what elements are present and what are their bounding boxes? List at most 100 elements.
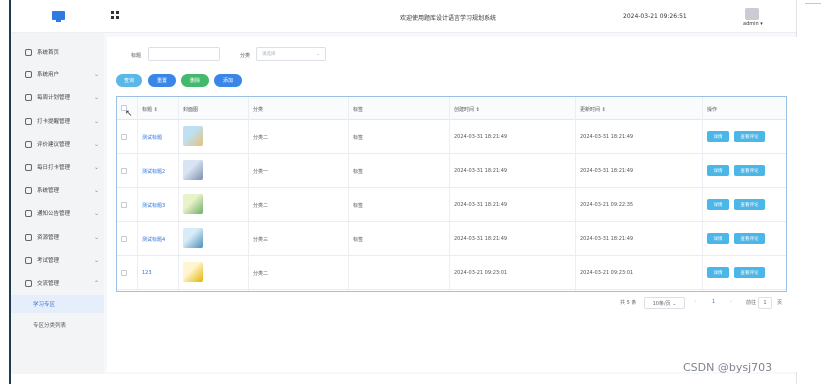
calendar-icon [25, 117, 32, 125]
sidebar-item-label: 考试管理 [37, 258, 60, 264]
submenu-study-zone[interactable]: 学习专区 [11, 295, 104, 313]
view-comments-button[interactable]: 查看评论 [734, 131, 765, 142]
sidebar-item[interactable]: 每周计划管理 ⌄ [25, 91, 99, 103]
sidebar-item[interactable]: 资源管理 ⌄ [25, 231, 99, 243]
chevron-icon: ⌄ [93, 117, 99, 125]
cover-image [183, 194, 203, 214]
goto-page-input[interactable]: 1 [758, 297, 772, 309]
avatar[interactable] [745, 8, 759, 20]
sidebar-item[interactable]: 系统管理 ⌄ [25, 184, 99, 196]
table-row: 测试标题2 分类一 标签 2024-03-31 18:21:49 2024-03-31 … [117, 154, 786, 188]
user-menu[interactable]: admin ▾ [743, 21, 763, 27]
row-created: 2024-03-31 18:21:49 [454, 202, 508, 208]
site-title: 欢迎使用题库设计语言学习规划系统 [400, 15, 497, 22]
sidebar-item-label: 通知公告管理 [37, 211, 71, 217]
cover-image [183, 262, 203, 282]
detail-button[interactable]: 详情 [707, 233, 729, 244]
sidebar-item[interactable]: 每日打卡管理 ⌄ [25, 161, 99, 173]
view-comments-button[interactable]: 查看评论 [734, 267, 765, 278]
cover-image [183, 228, 203, 248]
row-category: 分类二 [253, 203, 269, 209]
row-category: 分类一 [253, 169, 269, 175]
submenu-zone-categories[interactable]: 专区分类列表 [11, 316, 104, 334]
query-button[interactable]: 查询 [116, 74, 142, 87]
submenu-label: 专区分类列表 [33, 323, 67, 329]
table-row: 测试标题 分类二 标签 2024-03-31 18:21:49 2024-03-31 1… [117, 120, 786, 154]
goto-label: 前往 [746, 300, 757, 306]
sidebar-item[interactable]: 考试管理 ⌄ [25, 254, 99, 266]
page-size-select[interactable]: 10条/页 ⌄ [644, 297, 685, 309]
sidebar-item[interactable]: 通知公告管理 ⌄ [25, 207, 99, 219]
header-tag: 标签 [353, 107, 364, 113]
sidebar-item[interactable]: 系统首页 [25, 46, 99, 58]
page-suffix: 页 [777, 300, 783, 306]
row-title-link[interactable]: 123 [142, 270, 152, 276]
chevron-down-icon: ⌄ [316, 51, 320, 57]
row-tag: 标签 [353, 135, 364, 141]
row-checkbox[interactable] [121, 168, 127, 174]
header-category: 分类 [253, 107, 264, 113]
table-row: 123 分类二 2024-03-21 09:23:01 2024-03-21 09:2… [117, 256, 786, 290]
calendar-icon [25, 93, 32, 101]
title-filter-input[interactable] [148, 47, 220, 61]
submenu-label: 学习专区 [33, 302, 56, 308]
sidebar-item-label: 打卡提醒管理 [37, 119, 71, 125]
sidebar-item-label: 系统管理 [37, 188, 60, 194]
table-header-row: 标题 ⇕ 封面图 分类 标签 创建时间 ⇕ 更新时间 ⇕ 操作 [117, 97, 786, 120]
chevron-icon: ⌄ [93, 93, 99, 101]
row-updated: 2024-03-31 18:21:49 [580, 236, 634, 242]
category-select[interactable]: 请选择 ⌄ [256, 47, 326, 61]
delete-button[interactable]: 删除 [181, 74, 209, 87]
row-created: 2024-03-31 18:21:49 [454, 168, 508, 174]
current-datetime: 2024-03-21 09:26:51 [623, 13, 687, 20]
row-title-link[interactable]: 测试标题4 [142, 236, 165, 243]
sidebar-item[interactable]: 系统用户 ⌄ [25, 68, 99, 80]
monitor-logo-icon [52, 11, 65, 22]
header-title[interactable]: 标题 ⇕ [142, 106, 158, 113]
chevron-icon: ⌃ [93, 279, 99, 287]
header-cover: 封面图 [183, 107, 199, 113]
row-title-link[interactable]: 测试标题 [142, 134, 162, 141]
chevron-icon: ⌄ [93, 70, 99, 78]
box-icon [25, 233, 32, 241]
header-created[interactable]: 创建时间 ⇕ [454, 106, 480, 113]
header-updated[interactable]: 更新时间 ⇕ [580, 106, 606, 113]
table-row: 测试标题3 分类二 标签 2024-03-31 18:21:49 2024-03-21 … [117, 188, 786, 222]
category-placeholder: 请选择 [262, 52, 276, 57]
clock-icon [25, 48, 32, 56]
view-comments-button[interactable]: 查看评论 [734, 199, 765, 210]
reset-button[interactable]: 重置 [148, 74, 176, 87]
sidebar-item-label: 资源管理 [37, 235, 60, 241]
current-page[interactable]: 1 [712, 299, 715, 305]
add-button[interactable]: 添加 [214, 74, 242, 87]
row-checkbox[interactable] [121, 134, 127, 140]
chevron-icon: ⌄ [93, 140, 99, 148]
chevron-icon: ⌄ [93, 233, 99, 241]
row-updated: 2024-03-21 09:22:35 [580, 202, 634, 208]
view-comments-button[interactable]: 查看评论 [734, 233, 765, 244]
row-title-link[interactable]: 测试标题3 [142, 202, 165, 209]
folder-icon [25, 186, 32, 194]
grid-menu-icon[interactable] [111, 11, 119, 19]
row-title-link[interactable]: 测试标题2 [142, 168, 165, 175]
sidebar-item[interactable]: 打卡提醒管理 ⌄ [25, 115, 99, 127]
row-tag: 标签 [353, 203, 364, 209]
detail-button[interactable]: 详情 [707, 131, 729, 142]
row-category: 分类三 [253, 237, 269, 243]
mouse-cursor-icon: ↖ [125, 109, 133, 119]
prev-page-button[interactable]: ‹ [694, 299, 696, 305]
cover-image [183, 126, 203, 146]
table-row: 测试标题4 分类三 标签 2024-03-31 18:21:49 2024-03-31 … [117, 222, 786, 256]
row-checkbox[interactable] [121, 202, 127, 208]
next-page-button[interactable]: › [730, 299, 732, 305]
row-checkbox[interactable] [121, 270, 127, 276]
detail-button[interactable]: 详情 [707, 165, 729, 176]
detail-button[interactable]: 详情 [707, 199, 729, 210]
sidebar-item[interactable]: 评价建议管理 ⌄ [25, 138, 99, 150]
row-updated: 2024-03-31 18:21:49 [580, 168, 634, 174]
sidebar-item[interactable]: 交流管理 ⌃ [25, 277, 99, 289]
row-checkbox[interactable] [121, 236, 127, 242]
view-comments-button[interactable]: 查看评论 [734, 165, 765, 176]
chevron-icon: ⌄ [93, 209, 99, 217]
detail-button[interactable]: 详情 [707, 267, 729, 278]
